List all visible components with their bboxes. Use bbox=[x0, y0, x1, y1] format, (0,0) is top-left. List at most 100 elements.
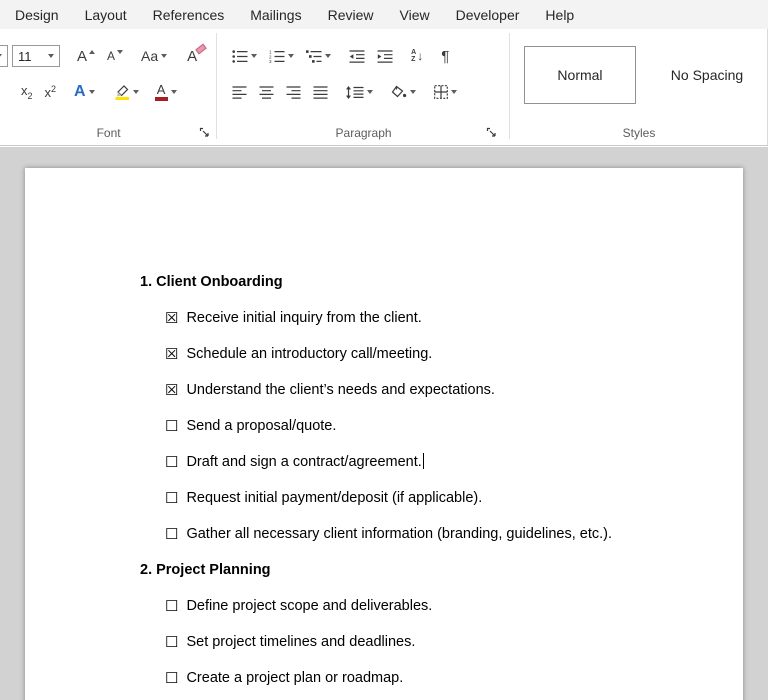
align-center-icon bbox=[259, 85, 274, 99]
text-effects-button[interactable]: A bbox=[71, 79, 98, 105]
document-page[interactable]: 1. Client Onboarding ☒ Receive initial inq… bbox=[25, 168, 743, 700]
shrink-font-button[interactable]: A bbox=[104, 43, 126, 69]
checkbox-checked-icon[interactable]: ☒ bbox=[165, 310, 178, 327]
styles-group: Normal No Spacing Styles bbox=[510, 29, 768, 145]
bullets-icon bbox=[232, 49, 248, 63]
align-left-icon bbox=[232, 85, 247, 99]
checklist-item[interactable]: ☒ Receive initial inquiry from the client… bbox=[140, 300, 703, 336]
align-center-button[interactable] bbox=[256, 79, 277, 105]
chevron-down-icon bbox=[161, 54, 168, 58]
sort-button[interactable]: A Z ↓ bbox=[408, 43, 426, 69]
font-color-icon: A bbox=[154, 83, 168, 101]
checkbox-checked-icon[interactable]: ☒ bbox=[165, 346, 178, 363]
multilevel-list-icon bbox=[306, 49, 322, 63]
checklist-text: Create a project plan or roadmap. bbox=[186, 670, 404, 686]
ribbon: 11 A A Aa A x2 x2 A A Font 1 2 3 A Z ↓ ¶… bbox=[0, 29, 768, 146]
borders-button[interactable] bbox=[431, 79, 460, 105]
style-no-spacing[interactable]: No Spacing bbox=[645, 46, 768, 104]
ribbon-tab-references[interactable]: References bbox=[140, 1, 238, 29]
decrease-indent-icon bbox=[349, 49, 365, 63]
checklist-item[interactable]: ☐ Gather all necessary client information… bbox=[140, 516, 703, 552]
checkbox-unchecked-icon[interactable]: ☐ bbox=[165, 634, 178, 651]
ribbon-tab-view[interactable]: View bbox=[387, 1, 443, 29]
down-arrow-icon: ↓ bbox=[417, 49, 424, 63]
multilevel-list-button[interactable] bbox=[303, 43, 334, 69]
superscript-button[interactable]: x2 bbox=[42, 79, 60, 105]
chevron-down-icon bbox=[410, 90, 417, 94]
bullets-button[interactable] bbox=[229, 43, 260, 69]
checklist-text: Understand the client’s needs and expect… bbox=[186, 382, 495, 398]
font-size-combo[interactable]: 11 bbox=[12, 45, 60, 67]
ribbon-tab-bar: Design Layout References Mailings Review View… bbox=[0, 0, 768, 29]
numbering-button[interactable]: 123 bbox=[266, 43, 297, 69]
font-size-value: 11 bbox=[18, 48, 32, 64]
checklist-item[interactable]: ☐ Draft and sign a contract/agreement. bbox=[140, 444, 703, 480]
change-case-icon: Aa bbox=[141, 48, 159, 64]
checkbox-unchecked-icon[interactable]: ☐ bbox=[165, 418, 178, 435]
checklist-text: Set project timelines and deadlines. bbox=[186, 634, 416, 650]
justify-button[interactable] bbox=[310, 79, 331, 105]
chevron-down-icon bbox=[0, 54, 2, 58]
paragraph-group: 123 A Z ↓ ¶ Paragraph bbox=[217, 29, 510, 145]
checklist-text: Send a proposal/quote. bbox=[186, 418, 337, 434]
font-color-button[interactable]: A bbox=[152, 79, 180, 105]
menu-tabs: Design Layout References Mailings Review View… bbox=[2, 1, 587, 29]
caret-down-icon bbox=[117, 50, 124, 54]
checklist-text: Define project scope and deliverables. bbox=[186, 598, 433, 614]
align-right-button[interactable] bbox=[283, 79, 304, 105]
checkbox-unchecked-icon[interactable]: ☐ bbox=[165, 598, 178, 615]
subscript-icon: x2 bbox=[21, 82, 33, 101]
ribbon-tab-developer[interactable]: Developer bbox=[443, 1, 533, 29]
checklist-item[interactable]: ☒ Schedule an introductory call/meeting. bbox=[140, 336, 703, 372]
chevron-down-icon bbox=[451, 90, 458, 94]
chevron-down-icon bbox=[367, 90, 374, 94]
checklist-item[interactable]: ☒ Understand the client’s needs and expec… bbox=[140, 372, 703, 408]
numbering-icon: 123 bbox=[269, 50, 285, 63]
checkbox-unchecked-icon[interactable]: ☐ bbox=[165, 526, 178, 543]
checklist-item[interactable]: ☐ Create a project plan or roadmap. bbox=[140, 660, 703, 696]
align-right-icon bbox=[286, 85, 301, 99]
style-normal[interactable]: Normal bbox=[523, 46, 636, 104]
ribbon-tab-review[interactable]: Review bbox=[315, 1, 387, 29]
grow-font-button[interactable]: A bbox=[74, 43, 98, 69]
clear-formatting-button[interactable]: A bbox=[184, 43, 207, 69]
checkbox-unchecked-icon[interactable]: ☐ bbox=[165, 454, 178, 471]
change-case-button[interactable]: Aa bbox=[138, 43, 170, 69]
chevron-down-icon bbox=[325, 54, 332, 58]
decrease-indent-button[interactable] bbox=[346, 43, 368, 69]
checkbox-unchecked-icon[interactable]: ☐ bbox=[165, 490, 178, 507]
checklist-text: Draft and sign a contract/agreement. bbox=[186, 454, 422, 470]
font-group: 11 A A Aa A x2 x2 A A Font bbox=[0, 29, 218, 145]
checklist-item[interactable]: ☐ Set project timelines and deadlines. bbox=[140, 624, 703, 660]
document-content: 1. Client Onboarding ☒ Receive initial inq… bbox=[25, 168, 743, 696]
ribbon-tab-mailings[interactable]: Mailings bbox=[237, 1, 314, 29]
chevron-down-icon bbox=[132, 90, 139, 94]
styles-gallery: Normal No Spacing bbox=[510, 29, 768, 104]
text-cursor bbox=[422, 453, 424, 469]
increase-indent-button[interactable] bbox=[374, 43, 396, 69]
increase-indent-icon bbox=[377, 49, 393, 63]
ribbon-tab-layout[interactable]: Layout bbox=[72, 1, 140, 29]
font-name-combo[interactable] bbox=[0, 45, 8, 67]
pilcrow-icon: ¶ bbox=[441, 47, 450, 65]
checkbox-checked-icon[interactable]: ☒ bbox=[165, 382, 178, 399]
section-heading: 1. Client Onboarding bbox=[140, 274, 283, 290]
text-highlight-button[interactable] bbox=[112, 79, 142, 105]
checklist-text: Schedule an introductory call/meeting. bbox=[186, 346, 433, 362]
shading-button[interactable] bbox=[388, 79, 419, 105]
line-spacing-button[interactable] bbox=[343, 79, 376, 105]
subscript-button[interactable]: x2 bbox=[18, 79, 36, 105]
align-left-button[interactable] bbox=[229, 79, 250, 105]
highlighter-icon bbox=[115, 85, 129, 100]
borders-grid-icon bbox=[434, 85, 449, 99]
ribbon-tab-help[interactable]: Help bbox=[532, 1, 587, 29]
checklist-item[interactable]: ☐ Define project scope and deliverables. bbox=[140, 588, 703, 624]
svg-text:3: 3 bbox=[269, 59, 272, 63]
checkbox-unchecked-icon[interactable]: ☐ bbox=[165, 670, 178, 687]
section-heading: 2. Project Planning bbox=[140, 562, 271, 578]
checklist-item[interactable]: ☐ Send a proposal/quote. bbox=[140, 408, 703, 444]
shrink-font-icon: A bbox=[107, 49, 116, 63]
ribbon-tab-design[interactable]: Design bbox=[2, 1, 72, 29]
show-hide-marks-button[interactable]: ¶ bbox=[438, 43, 452, 69]
checklist-item[interactable]: ☐ Request initial payment/deposit (if app… bbox=[140, 480, 703, 516]
